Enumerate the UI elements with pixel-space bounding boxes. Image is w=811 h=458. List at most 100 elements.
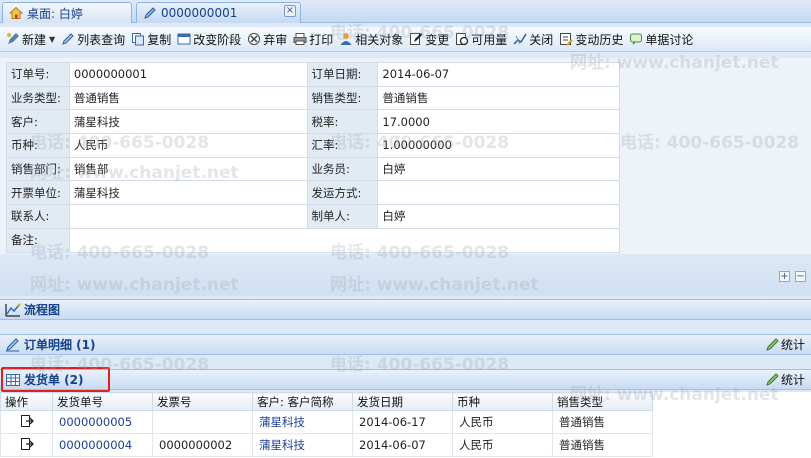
col-delivery-no[interactable]: 发货单号 — [52, 392, 153, 411]
change-stage-button[interactable]: 改变阶段 — [175, 29, 243, 49]
open-doc-icon[interactable] — [20, 437, 34, 451]
biz-type-field[interactable]: 普通销售 — [68, 85, 308, 111]
close-doc-button[interactable]: 关闭 — [511, 29, 555, 49]
ship-method-field[interactable] — [377, 180, 620, 206]
change-button[interactable]: 变更 — [407, 29, 451, 49]
delivery-date-cell: 2014-06-17 — [352, 410, 453, 434]
doc-discussion-button[interactable]: 单据讨论 — [627, 29, 695, 49]
customer-cell[interactable]: 蒲星科技 — [252, 433, 353, 457]
list-query-label: 列表查询 — [77, 32, 126, 47]
print-button[interactable]: 打印 — [291, 29, 335, 49]
dept-label: 销售部门: — [6, 156, 70, 182]
col-invoice-no[interactable]: 发票号 — [152, 392, 253, 411]
close-doc-icon — [513, 33, 527, 45]
abandon-icon — [248, 33, 261, 45]
row-action-cell[interactable] — [0, 410, 53, 434]
stat-pencil-icon — [766, 373, 779, 386]
delivery-no-cell[interactable]: 0000000004 — [52, 433, 153, 457]
flow-chart-panel-header[interactable]: 流程图 — [0, 299, 811, 320]
delivery-panel-header[interactable]: 发货单 (2) 统计 — [0, 369, 811, 390]
delivery-highlight-box — [1, 367, 110, 392]
list-query-icon — [62, 33, 74, 45]
col-sale-type[interactable]: 销售类型 — [552, 392, 653, 411]
order-header-form: 订单号: 0000000001 订单日期: 2014-06-07 业务类型: 普… — [0, 58, 811, 254]
order-detail-stat-button[interactable]: 统计 — [765, 336, 805, 353]
section-divider — [0, 256, 811, 296]
order-header-table: 订单号: 0000000001 订单日期: 2014-06-07 业务类型: 普… — [6, 62, 621, 253]
history-icon — [560, 33, 574, 46]
order-no-label: 订单号: — [6, 62, 70, 87]
stat-pencil-icon — [766, 338, 779, 351]
currency-cell: 人民币 — [452, 410, 553, 434]
table-row[interactable]: 0000000004 0000000002 蒲星科技 2014-06-07 人民… — [0, 433, 653, 457]
copy-button[interactable]: 复制 — [129, 29, 173, 49]
change-history-label: 变动历史 — [575, 32, 624, 47]
customer-cell[interactable]: 蒲星科技 — [252, 410, 353, 434]
doc-discussion-label: 单据讨论 — [645, 32, 694, 47]
tab-bar: 桌面: 白婷 0000000001 × — [0, 0, 811, 23]
copy-icon — [132, 33, 145, 46]
sale-type-cell: 普通销售 — [552, 433, 653, 457]
chevron-down-icon[interactable]: ▼ — [49, 35, 55, 44]
order-date-field[interactable]: 2014-06-07 — [377, 62, 620, 87]
collapse-all-button[interactable]: − — [795, 271, 806, 282]
col-customer[interactable]: 客户: 客户简称 — [252, 392, 353, 411]
delivery-no-cell[interactable]: 0000000005 — [52, 410, 153, 434]
table-row[interactable]: 0000000005 蒲星科技 2014-06-17 人民币 普通销售 — [0, 410, 653, 434]
new-button-label: 新建 — [22, 32, 47, 47]
col-currency[interactable]: 币种 — [452, 392, 553, 411]
order-no-field[interactable]: 0000000001 — [68, 62, 308, 87]
rate-label: 汇率: — [306, 133, 379, 158]
abandon-audit-button[interactable]: 弃审 — [245, 29, 289, 49]
home-icon — [9, 6, 23, 20]
maker-field[interactable]: 白婷 — [377, 204, 620, 229]
related-icon — [340, 33, 352, 45]
contact-field[interactable] — [68, 204, 308, 229]
order-detail-icon — [6, 337, 19, 351]
related-objects-button[interactable]: 相关对象 — [337, 29, 405, 49]
change-history-button[interactable]: 变动历史 — [557, 29, 625, 49]
currency-cell: 人民币 — [452, 433, 553, 457]
new-icon — [7, 33, 19, 44]
available-qty-label: 可用量 — [471, 32, 508, 47]
salesman-label: 业务员: — [306, 156, 379, 182]
col-delivery-date[interactable]: 发货日期 — [352, 392, 453, 411]
change-stage-label: 改变阶段 — [193, 32, 242, 47]
invoice-unit-field[interactable]: 蒲星科技 — [68, 180, 308, 206]
currency-field[interactable]: 人民币 — [68, 133, 308, 158]
remark-label: 备注: — [6, 227, 70, 253]
sale-type-cell: 普通销售 — [552, 410, 653, 434]
printer-icon — [293, 33, 307, 45]
invoice-no-cell — [152, 410, 253, 434]
order-detail-stat-label: 统计 — [780, 338, 805, 352]
table-header-row: 操作 发货单号 发票号 客户: 客户简称 发货日期 币种 销售类型 — [0, 392, 653, 411]
customer-field[interactable]: 蒲星科技 — [68, 109, 308, 135]
dept-field[interactable]: 销售部 — [68, 156, 308, 182]
biz-type-label: 业务类型: — [6, 85, 70, 111]
rate-field[interactable]: 1.00000000 — [377, 133, 620, 158]
pencil-icon — [143, 6, 157, 20]
delivery-date-cell: 2014-06-07 — [352, 433, 453, 457]
close-doc-label: 关闭 — [529, 32, 554, 47]
sale-type-field[interactable]: 普通销售 — [377, 85, 620, 111]
new-button[interactable]: 新建 ▼ — [4, 29, 57, 49]
available-qty-button[interactable]: 可用量 — [453, 29, 509, 49]
flow-chart-icon — [5, 303, 21, 317]
remark-field[interactable] — [68, 227, 621, 253]
tax-field[interactable]: 17.0000 — [377, 109, 620, 135]
order-detail-panel-header[interactable]: 订单明细 (1) 统计 — [0, 334, 811, 355]
tab-sales-order[interactable]: 0000000001 × — [136, 2, 301, 23]
order-date-label: 订单日期: — [306, 62, 379, 87]
stage-icon — [177, 33, 191, 45]
open-doc-icon[interactable] — [20, 414, 34, 428]
delivery-table: 操作 发货单号 发票号 客户: 客户简称 发货日期 币种 销售类型 000000… — [0, 392, 653, 457]
row-action-cell[interactable] — [0, 433, 53, 457]
list-query-button[interactable]: 列表查询 — [59, 29, 127, 49]
delivery-stat-button[interactable]: 统计 — [765, 371, 805, 388]
close-tab-icon[interactable]: × — [284, 5, 296, 17]
tab-desktop[interactable]: 桌面: 白婷 — [2, 2, 132, 23]
salesman-field[interactable]: 白婷 — [377, 156, 620, 182]
expand-all-button[interactable]: + — [779, 271, 790, 282]
edit-icon — [410, 33, 423, 45]
col-operation[interactable]: 操作 — [0, 392, 53, 411]
